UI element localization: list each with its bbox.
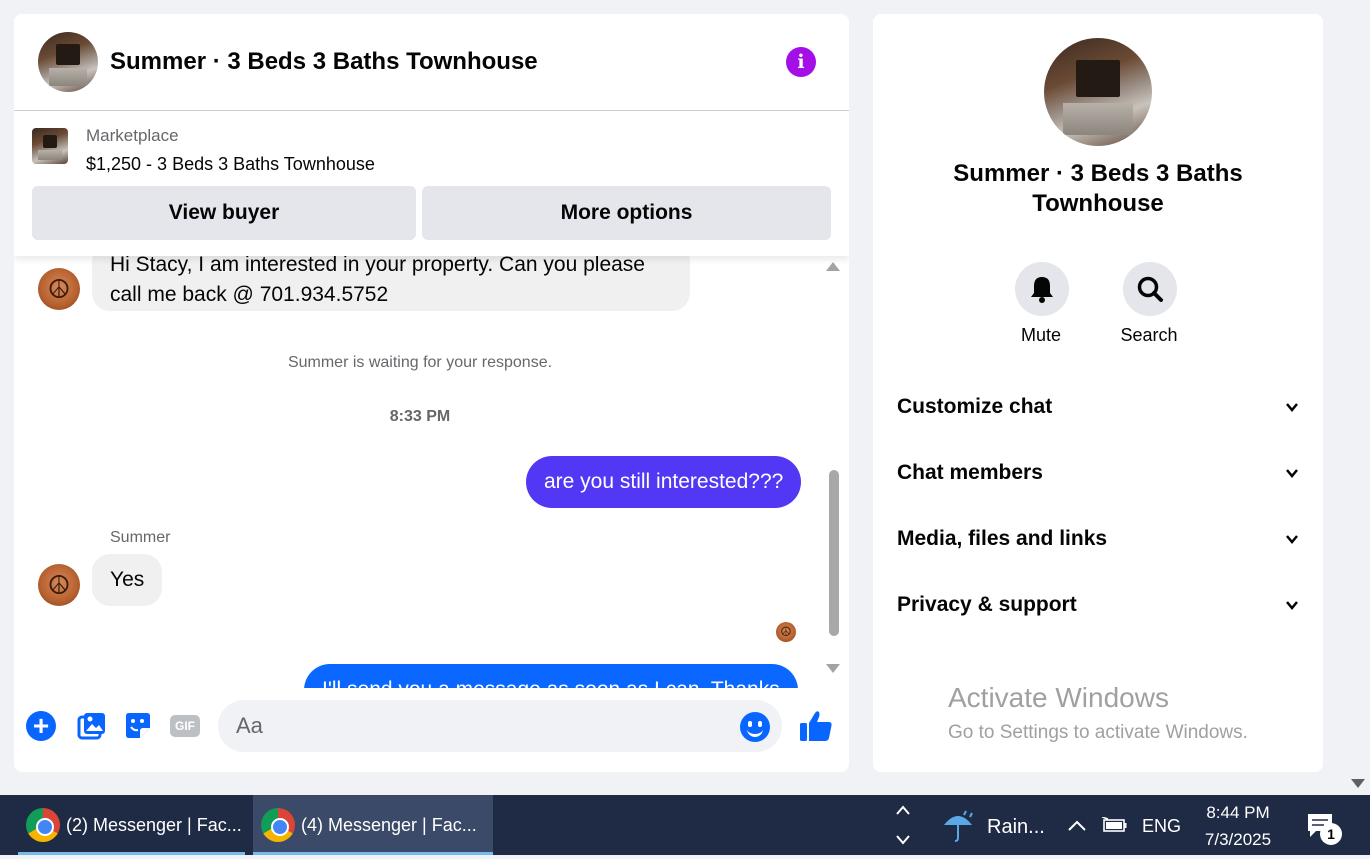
photo-icon[interactable] (76, 710, 108, 742)
incoming-message[interactable]: Hi Stacy, I am interested in your proper… (92, 256, 690, 311)
section-label: Customize chat (897, 395, 1053, 418)
incoming-message[interactable]: Yes (92, 554, 163, 606)
search-icon (1137, 276, 1163, 302)
sender-avatar[interactable] (38, 564, 80, 606)
chat-members-row[interactable]: Chat members (897, 453, 1299, 493)
taskbar-item-messenger-1[interactable]: (2) Messenger | Fac... (18, 795, 245, 855)
activate-windows-title: Activate Windows (948, 682, 1169, 713)
weather-label[interactable]: Rain... (987, 795, 1045, 859)
conversation-info-panel: Summer · 3 Beds 3 Baths Townhouse Mute S… (873, 14, 1323, 772)
message-scrollbar[interactable] (826, 262, 842, 682)
marketplace-bar: Marketplace $1,250 - 3 Beds 3 Baths Town… (14, 111, 849, 256)
sender-avatar[interactable] (38, 268, 80, 310)
waiting-status: Summer is waiting for your response. (287, 354, 553, 371)
read-receipt-avatar (776, 622, 796, 642)
info-icon[interactable]: i (786, 47, 816, 77)
outgoing-message[interactable]: I'll send you a message as soon as I can… (304, 664, 798, 688)
mute-label: Mute (1020, 325, 1062, 345)
view-buyer-button[interactable]: View buyer (32, 186, 416, 240)
battery-icon[interactable] (1102, 817, 1128, 833)
chevron-down-icon (1286, 601, 1298, 610)
section-label: Privacy & support (897, 593, 1077, 616)
chevron-down-icon (1286, 403, 1298, 412)
mute-button[interactable] (1015, 262, 1069, 316)
taskbar-item-label: (4) Messenger | Fac... (301, 815, 477, 835)
section-label: Chat members (897, 461, 1043, 484)
clock-time[interactable]: 8:44 PM (1200, 803, 1276, 823)
timestamp: 8:33 PM (389, 408, 451, 425)
taskbar-item-messenger-2[interactable]: (4) Messenger | Fac... (253, 795, 493, 855)
activate-windows-subtitle: Go to Settings to activate Windows. (948, 722, 1248, 743)
info-title: Summer · 3 Beds 3 Baths Townhouse (953, 160, 1243, 217)
gif-icon[interactable]: GIF (170, 715, 200, 737)
chevron-up-icon[interactable] (1066, 815, 1088, 837)
message-input[interactable] (218, 700, 782, 752)
privacy-support-row[interactable]: Privacy & support (897, 585, 1299, 625)
section-label: Media, files and links (897, 527, 1108, 550)
message-list: Hi Stacy, I am interested in your proper… (14, 256, 849, 688)
notification-count-badge: 1 (1320, 823, 1342, 845)
sender-name: Summer (110, 529, 171, 546)
chrome-icon (261, 808, 295, 842)
scroll-up-arrow[interactable] (826, 262, 840, 271)
windows-taskbar: (2) Messenger | Fac... (4) Messenger | F… (0, 795, 1370, 855)
listing-title[interactable]: $1,250 - 3 Beds 3 Baths Townhouse (86, 154, 375, 175)
listing-avatar[interactable] (38, 32, 98, 92)
search-button[interactable] (1123, 262, 1177, 316)
chat-header: Summer · 3 Beds 3 Baths Townhouse i (14, 14, 849, 111)
chevron-down-icon (1286, 469, 1298, 478)
taskbar-item-label: (2) Messenger | Fac... (66, 815, 242, 835)
sticker-icon[interactable] (122, 710, 154, 742)
chat-panel: Summer · 3 Beds 3 Baths Townhouse i Mark… (14, 14, 849, 772)
search-label: Search (1120, 325, 1178, 345)
page-scroll-down-arrow[interactable] (1351, 779, 1365, 788)
thumbs-up-icon[interactable] (798, 708, 834, 744)
scroll-thumb[interactable] (829, 470, 839, 636)
plus-icon[interactable]: + (26, 711, 56, 741)
chrome-icon (26, 808, 60, 842)
umbrella-rain-icon[interactable] (940, 809, 976, 843)
scroll-down-arrow[interactable] (826, 664, 840, 673)
listing-thumbnail[interactable] (32, 128, 68, 164)
conversation-title[interactable]: Summer · 3 Beds 3 Baths Townhouse (110, 48, 538, 76)
bell-icon (1031, 277, 1053, 303)
media-files-links-row[interactable]: Media, files and links (897, 519, 1299, 559)
language-indicator[interactable]: ENG (1142, 795, 1181, 857)
composer: + GIF (14, 698, 849, 772)
taskbar-scroll-arrows-icon[interactable] (893, 795, 913, 855)
listing-avatar-large[interactable] (1044, 38, 1152, 146)
more-options-button[interactable]: More options (422, 186, 831, 240)
outgoing-message[interactable]: are you still interested??? (526, 456, 802, 508)
chevron-down-icon (1286, 535, 1298, 544)
customize-chat-row[interactable]: Customize chat (897, 387, 1299, 427)
marketplace-label: Marketplace (86, 126, 179, 145)
clock-date[interactable]: 7/3/2025 (1200, 830, 1276, 850)
emoji-icon[interactable] (740, 712, 770, 742)
